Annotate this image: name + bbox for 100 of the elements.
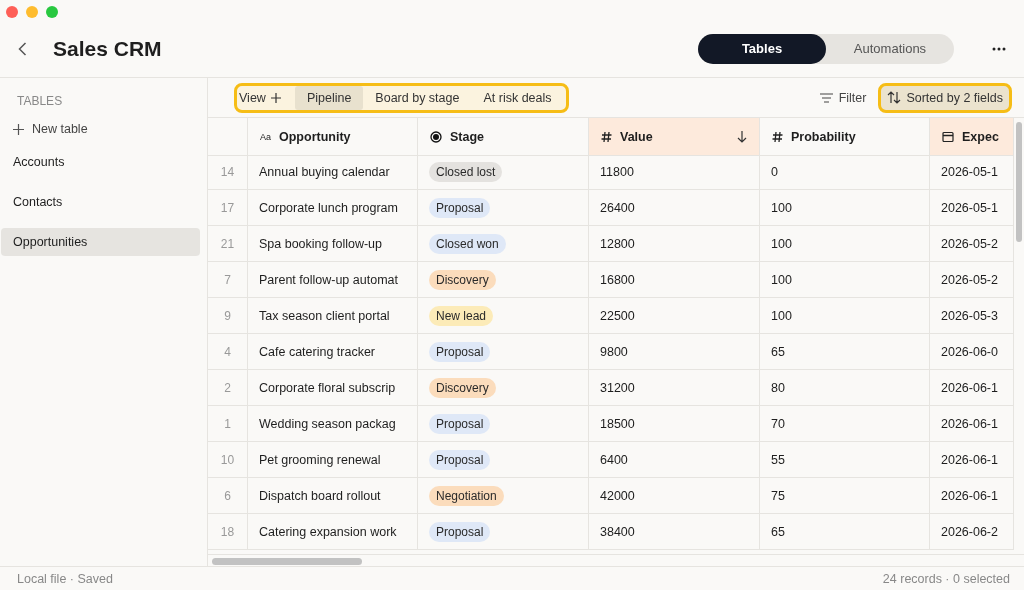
row-number: 4 (208, 334, 248, 370)
filter-icon (819, 92, 833, 103)
table-cell: Corporate lunch program (248, 190, 418, 226)
calendar-icon (942, 130, 954, 143)
mode-tab[interactable]: Tables (698, 33, 826, 64)
hash-icon (772, 130, 783, 143)
table-cell: Wedding season packag (248, 406, 418, 442)
row-number: 7 (208, 262, 248, 298)
table-cell: 16800 (589, 262, 760, 298)
column-header[interactable]: Value (589, 118, 760, 156)
table-cell: 80 (760, 370, 930, 406)
table-cell: 100 (760, 262, 930, 298)
column-header[interactable]: Expec (930, 118, 1014, 156)
window-title: Sales CRM (53, 36, 163, 61)
column-title: Stage (450, 129, 486, 144)
mode-tab[interactable]: Automations (826, 33, 954, 64)
table-cell: 2026-06-2 (930, 514, 1014, 550)
row-number: 17 (208, 190, 248, 226)
row-number: 1 (208, 406, 248, 442)
table-cell: Catering expansion work (248, 514, 418, 550)
stage-tag: New lead (429, 305, 494, 326)
table-cell: 2026-05-2 (930, 226, 1014, 262)
stage-tag: Discovery (429, 269, 496, 290)
column-header[interactable]: Probability (760, 118, 930, 156)
table-cell: 100 (760, 298, 930, 334)
table-cell: 38400 (589, 514, 760, 550)
table-cell: 18500 (589, 406, 760, 442)
sort-icon (887, 91, 902, 104)
table-cell: Dispatch board rollout (248, 478, 418, 514)
table-cell: 11800 (589, 154, 760, 190)
table-cell: 2026-06-1 (930, 442, 1014, 478)
sidebar-item[interactable]: Contacts (1, 188, 200, 216)
stage-tag: Proposal (429, 197, 491, 218)
table-cell: 22500 (589, 298, 760, 334)
table-cell: Spa booking follow-up (248, 226, 418, 262)
record-count: 24 records · 0 selected (882, 571, 1010, 586)
new-table-button[interactable]: New table (1, 122, 200, 136)
table-cell: 26400 (589, 190, 760, 226)
table-cell: 2026-06-0 (930, 334, 1014, 370)
table-cell: 2026-06-1 (930, 406, 1014, 442)
column-title: Value (620, 129, 654, 144)
table-cell: 2026-05-3 (930, 298, 1014, 334)
stage-tag: Proposal (429, 341, 491, 362)
table-cell: 70 (760, 406, 930, 442)
table-cell: 2026-05-2 (930, 262, 1014, 298)
table-cell: 9800 (589, 334, 760, 370)
minimize-window-button[interactable] (26, 6, 38, 18)
table-cell: Tax season client portal (248, 298, 418, 334)
table-cell: 75 (760, 478, 930, 514)
row-number: 6 (208, 478, 248, 514)
column-title: Expec (962, 129, 1000, 144)
stage-tag: Closed won (429, 233, 506, 254)
table-cell: Corporate floral subscrip (248, 370, 418, 406)
sidebar-item[interactable]: Opportunities (1, 228, 200, 256)
column-header[interactable]: Stage (418, 118, 589, 156)
table-cell: 0 (760, 154, 930, 190)
table-cell: 100 (760, 226, 930, 262)
table-cell: Pet grooming renewal (248, 442, 418, 478)
radio-icon (430, 130, 442, 143)
row-number: 10 (208, 442, 248, 478)
view-tab[interactable]: At risk deals (471, 85, 564, 110)
view-tab[interactable]: Board by stage (363, 85, 472, 110)
table-cell: Annual buying calendar (248, 154, 418, 190)
table-cell: 65 (760, 514, 930, 550)
sidebar-heading: TABLES (16, 94, 64, 108)
zoom-window-button[interactable] (46, 6, 58, 18)
table-cell: 2026-06-1 (930, 370, 1014, 406)
sort-button[interactable]: Sorted by 2 fields (878, 82, 1012, 113)
table-cell: 12800 (589, 226, 760, 262)
add-view-button[interactable]: View (239, 90, 295, 105)
plus-icon (13, 123, 24, 135)
close-window-button[interactable] (6, 6, 18, 18)
column-header[interactable]: Aa Opportunity (248, 118, 418, 156)
column-title: Probability (791, 129, 857, 144)
table-cell: Parent follow-up automat (248, 262, 418, 298)
column-title: Opportunity (279, 129, 352, 144)
row-number: 2 (208, 370, 248, 406)
hash-icon (601, 130, 612, 143)
status-text: Local file · Saved (17, 571, 113, 586)
stage-tag: Proposal (429, 449, 491, 470)
table-cell: 55 (760, 442, 930, 478)
scrollbar-thumb[interactable] (1016, 122, 1022, 242)
table-cell: 6400 (589, 442, 760, 478)
table-cell: 2026-05-1 (930, 190, 1014, 226)
view-tab[interactable]: Pipeline (294, 85, 364, 110)
row-number: 9 (208, 298, 248, 334)
table-cell: 31200 (589, 370, 760, 406)
more-icon (992, 46, 1006, 51)
sidebar-item[interactable]: Accounts (1, 148, 200, 176)
table-cell: 65 (760, 334, 930, 370)
row-number: 18 (208, 514, 248, 550)
table-cell: 42000 (589, 478, 760, 514)
table-cell: 2026-06-1 (930, 478, 1014, 514)
row-number: 14 (208, 154, 248, 190)
stage-tag: Discovery (429, 377, 496, 398)
filter-button[interactable]: Filter (813, 89, 873, 106)
plus-icon (270, 92, 281, 103)
scrollbar-thumb[interactable] (212, 558, 362, 565)
table-cell: 2026-05-1 (930, 154, 1014, 190)
stage-tag: Proposal (429, 521, 491, 542)
